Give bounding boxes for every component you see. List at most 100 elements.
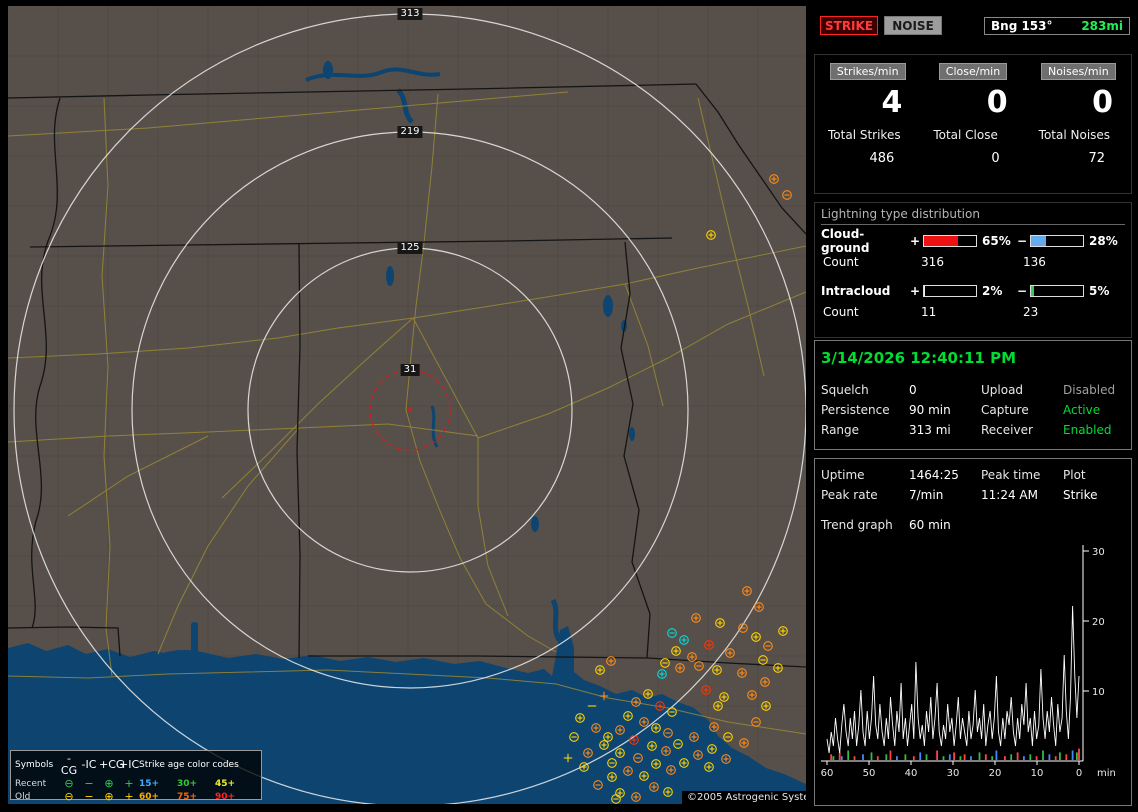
svg-text:10: 10	[1031, 768, 1044, 779]
svg-text:40: 40	[905, 768, 918, 779]
status-row: Squelch 0 Upload Disabled	[821, 380, 1125, 400]
bearing-value: Bng 153°	[991, 19, 1053, 33]
close-column: Close/min 0 Total Close 0	[920, 55, 1025, 193]
uptime-value: 1464:25	[909, 468, 959, 482]
svg-text:10: 10	[1092, 687, 1105, 698]
distribution-section: Lightning type distribution Cloud-ground…	[814, 202, 1132, 338]
age-code-15: 15+	[139, 779, 160, 789]
circle-plus-icon: ⊕	[104, 790, 114, 803]
close-per-min-button[interactable]: Close/min	[938, 63, 1008, 80]
ic-minus-bar	[1030, 284, 1084, 297]
ic-plus-bar	[923, 284, 977, 297]
age-code-60: 60+	[139, 792, 160, 802]
peak-rate-value: 7/min	[909, 488, 944, 502]
intracloud-row: Intracloud + 2% − 5%	[821, 282, 1125, 299]
receiver-value: Enabled	[1063, 423, 1112, 437]
map-geography	[8, 6, 806, 804]
legend-symbols-header: Symbols	[15, 760, 54, 770]
trend-graph-label: Trend graph	[821, 518, 893, 532]
squelch-value: 0	[909, 383, 917, 397]
peak-time-value: 11:24 AM	[981, 488, 1038, 502]
circle-minus-icon: ⊖	[64, 777, 74, 790]
strike-indicator[interactable]: STRIKE	[820, 16, 878, 35]
svg-text:min: min	[1097, 768, 1116, 779]
cg-plus-bar	[923, 234, 977, 247]
info-row: Peak rate 7/min 11:24 AM Strike	[821, 485, 1125, 505]
capture-value: Active	[1063, 403, 1101, 417]
cloud-ground-count-row: Count 316 136	[821, 255, 1125, 270]
noises-per-min-value: 0	[1092, 85, 1113, 120]
ic-minus-count: 23	[1023, 305, 1039, 319]
plot-label: Plot	[1063, 468, 1086, 482]
intracloud-count-row: Count 11 23	[821, 305, 1125, 320]
info-section: Uptime 1464:25 Peak time Plot Peak rate …	[814, 458, 1132, 806]
minus-sign: −	[1016, 283, 1028, 298]
uptime-label: Uptime	[821, 468, 865, 482]
peak-rate-label: Peak rate	[821, 488, 878, 502]
status-row: Persistence 90 min Capture Active	[821, 400, 1125, 420]
info-row: Uptime 1464:25 Peak time Plot	[821, 465, 1125, 485]
peak-time-label: Peak time	[981, 468, 1041, 482]
total-noises-value: 72	[1088, 151, 1105, 166]
trend-graph-chart: 10 20 30 60 50 40 30 20 10 0 min	[821, 545, 1116, 779]
status-section: 3/14/2026 12:40:11 PM Squelch 0 Upload D…	[814, 340, 1132, 450]
cg-minus-percent: 28%	[1089, 233, 1118, 248]
upload-label: Upload	[981, 383, 1024, 397]
svg-text:20: 20	[1092, 617, 1105, 628]
circle-plus-icon: ⊕	[104, 777, 114, 790]
cloud-ground-row: Cloud-ground + 65% − 28%	[821, 227, 1125, 255]
noise-indicator[interactable]: NOISE	[884, 16, 942, 35]
svg-text:0: 0	[1076, 768, 1082, 779]
svg-text:30: 30	[1092, 547, 1105, 558]
circle-minus-icon: ⊖	[64, 790, 74, 803]
distribution-title: Lightning type distribution	[821, 207, 1125, 225]
noises-per-min-button[interactable]: Noises/min	[1040, 63, 1116, 80]
noises-column: Noises/min 0 Total Noises 72	[1026, 55, 1131, 193]
legend-row-old: Old	[15, 792, 31, 802]
cg-minus-count: 136	[1023, 255, 1046, 269]
legend-age-header: Strike age color codes	[139, 760, 239, 770]
persistence-label: Persistence	[821, 403, 890, 417]
strikes-per-min-button[interactable]: Strikes/min	[829, 63, 906, 80]
total-close-value: 0	[991, 151, 1000, 166]
control-panel: STRIKE NOISE Bng 153° 283mi Strikes/min …	[814, 6, 1132, 806]
age-code-45: 45+	[215, 779, 236, 789]
strikes-column: Strikes/min 4 Total Strikes 486	[815, 55, 920, 193]
bearing-display: Bng 153° 283mi	[984, 17, 1130, 35]
minus-icon: −	[84, 790, 94, 803]
legend-col-pic: +IC	[119, 758, 140, 771]
svg-text:30: 30	[947, 768, 960, 779]
cloud-ground-label: Cloud-ground	[821, 226, 870, 255]
minus-icon: −	[84, 777, 94, 790]
map-legend: Symbols -CG -IC +CG +IC Strike age color…	[10, 750, 262, 803]
indicator-bar: STRIKE NOISE Bng 153° 283mi	[818, 16, 1132, 38]
squelch-label: Squelch	[821, 383, 869, 397]
rates-section: Strikes/min 4 Total Strikes 486 Close/mi…	[814, 54, 1132, 194]
plot-value: Strike	[1063, 488, 1098, 502]
persistence-value: 90 min	[909, 403, 951, 417]
svg-text:20: 20	[989, 768, 1002, 779]
count-label: Count	[823, 255, 859, 269]
ic-plus-percent: 2%	[982, 283, 1003, 298]
legend-col-pcg: +CG	[99, 758, 125, 771]
capture-label: Capture	[981, 403, 1029, 417]
cg-plus-percent: 65%	[982, 233, 1011, 248]
age-code-90: 90+	[215, 792, 236, 802]
ic-plus-count: 11	[921, 305, 937, 319]
legend-col--cg: -CG	[60, 752, 78, 777]
receiver-label: Receiver	[981, 423, 1033, 437]
plus-icon: +	[124, 790, 134, 803]
age-code-30: 30+	[177, 779, 198, 789]
count-label: Count	[823, 305, 859, 319]
svg-text:60: 60	[821, 768, 834, 779]
cg-minus-bar	[1030, 234, 1084, 247]
intracloud-label: Intracloud	[821, 283, 891, 298]
legend-row-recent: Recent	[15, 779, 47, 789]
range-value: 313 mi	[909, 423, 951, 437]
svg-text:50: 50	[863, 768, 876, 779]
trend-graph-row: Trend graph 60 min	[821, 515, 1125, 535]
status-row: Range 313 mi Receiver Enabled	[821, 420, 1125, 440]
close-per-min-value: 0	[986, 85, 1008, 120]
lightning-map[interactable]: 313 219 125 31 Symbols -CG -IC +CG +IC Stri…	[8, 6, 806, 804]
minus-sign: −	[1016, 233, 1028, 248]
